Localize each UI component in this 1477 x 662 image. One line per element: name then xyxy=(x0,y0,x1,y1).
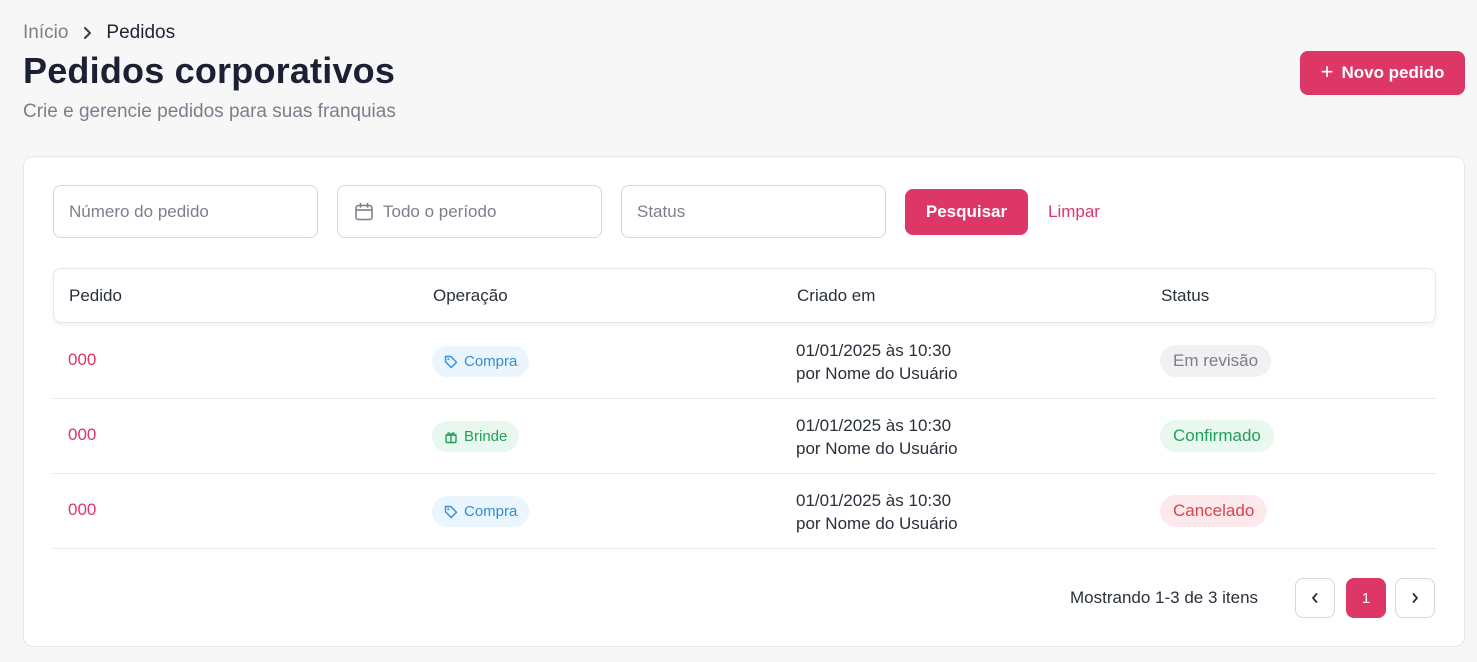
column-header-operacao: Operação xyxy=(433,286,508,305)
gift-icon xyxy=(445,431,457,443)
order-link[interactable]: 000 xyxy=(68,425,96,445)
period-picker[interactable]: Todo o período xyxy=(337,185,602,238)
created-by: por Nome do Usuário xyxy=(796,514,958,533)
order-number-placeholder: Número do pedido xyxy=(69,201,209,221)
pagination-prev-button[interactable] xyxy=(1295,578,1335,618)
new-order-label: Novo pedido xyxy=(1341,63,1445,82)
operation-tag: Brinde xyxy=(432,421,520,452)
table-row[interactable]: 000 Brinde 01/01/2025 às 10:30 por Nome … xyxy=(53,399,1436,474)
table-row[interactable]: 000 Compra 01/01/2025 às 10:30 por Nome … xyxy=(53,324,1436,399)
page-subtitle: Crie e gerencie pedidos para suas franqu… xyxy=(23,101,396,122)
page-title: Pedidos corporativos xyxy=(23,50,396,91)
table-row[interactable]: 000 Compra 01/01/2025 às 10:30 por Nome … xyxy=(53,474,1436,549)
order-number-input[interactable]: Número do pedido xyxy=(53,185,318,238)
pagination-page-button[interactable]: 1 xyxy=(1346,578,1386,618)
clear-link[interactable]: Limpar xyxy=(1048,202,1100,222)
order-link[interactable]: 000 xyxy=(68,350,96,370)
column-header-criado-em: Criado em xyxy=(797,286,876,305)
plus-icon: + xyxy=(1320,59,1334,84)
period-placeholder: Todo o período xyxy=(383,201,497,221)
created-cell: 01/01/2025 às 10:30 por Nome do Usuário xyxy=(796,489,958,535)
status-badge: Confirmado xyxy=(1160,420,1274,452)
order-link[interactable]: 000 xyxy=(68,500,96,520)
created-date: 01/01/2025 às 10:30 xyxy=(796,341,952,360)
operation-label: Compra xyxy=(464,353,518,370)
operation-tag: Compra xyxy=(432,346,530,377)
breadcrumb-home[interactable]: Início xyxy=(23,22,68,44)
chevron-right-icon xyxy=(1412,593,1418,603)
created-cell: 01/01/2025 às 10:30 por Nome do Usuário xyxy=(796,339,958,385)
column-header-status: Status xyxy=(1161,286,1210,305)
new-order-button[interactable]: + Novo pedido xyxy=(1300,51,1465,95)
orders-card: Número do pedido Todo o período Status P… xyxy=(23,156,1465,647)
pagination-summary: Mostrando 1-3 de 3 itens xyxy=(1070,588,1259,607)
breadcrumb: Início Pedidos xyxy=(23,22,175,44)
table-header: Pedido Operação Criado em Status xyxy=(53,268,1436,323)
operation-label: Brinde xyxy=(464,428,508,445)
status-select[interactable]: Status xyxy=(621,185,886,238)
chevron-right-icon xyxy=(82,26,92,40)
tag-icon xyxy=(444,355,458,368)
status-badge: Em revisão xyxy=(1160,345,1272,377)
column-header-pedido: Pedido xyxy=(69,286,122,305)
created-by: por Nome do Usuário xyxy=(796,364,958,383)
chevron-left-icon xyxy=(1312,593,1318,603)
created-date: 01/01/2025 às 10:30 xyxy=(796,491,952,510)
operation-tag: Compra xyxy=(432,496,530,527)
search-button[interactable]: Pesquisar xyxy=(905,189,1028,235)
created-cell: 01/01/2025 às 10:30 por Nome do Usuário xyxy=(796,414,958,460)
tag-icon xyxy=(444,505,458,518)
created-by: por Nome do Usuário xyxy=(796,439,958,458)
status-placeholder: Status xyxy=(637,201,686,221)
operation-label: Compra xyxy=(464,503,518,520)
created-date: 01/01/2025 às 10:30 xyxy=(796,416,952,435)
status-badge: Cancelado xyxy=(1160,495,1268,527)
breadcrumb-current: Pedidos xyxy=(106,22,176,43)
calendar-icon xyxy=(355,202,373,220)
pagination-next-button[interactable] xyxy=(1395,578,1435,618)
